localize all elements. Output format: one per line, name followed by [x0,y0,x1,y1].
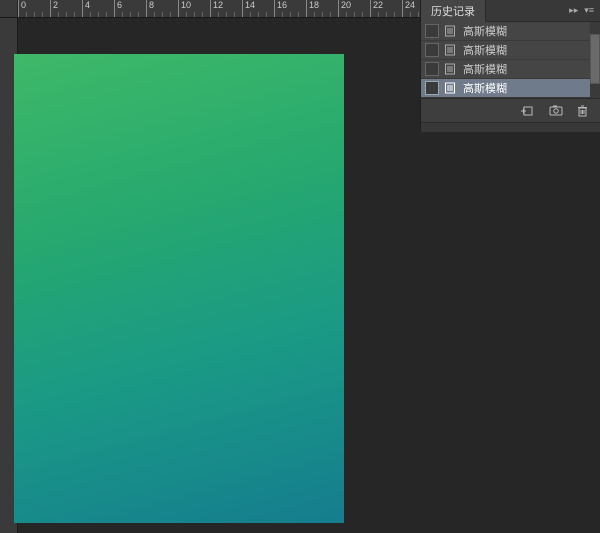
ruler-tick-minor [218,12,219,17]
history-brush-source[interactable] [425,24,439,38]
ruler-tick-major: 8 [146,0,154,17]
document-canvas[interactable] [14,54,344,523]
history-brush-source[interactable] [425,62,439,76]
history-list: 高斯模糊高斯模糊高斯模糊高斯模糊 [421,22,600,98]
ruler-tick-major: 4 [82,0,90,17]
ruler-tick-minor [234,12,235,17]
ruler-tick-major: 14 [242,0,255,17]
ruler-tick-minor [170,12,171,17]
snapshot-icon[interactable] [549,105,563,116]
ruler-tick-minor [394,12,395,17]
history-item[interactable]: 高斯模糊 [421,41,600,60]
ruler-tick-minor [378,12,379,17]
ruler-tick-major: 16 [274,0,287,17]
ruler-tick-major: 0 [18,0,26,17]
ruler-tick-minor [194,12,195,17]
history-item[interactable]: 高斯模糊 [421,22,600,41]
ruler-horizontal: 024681012141618202224 [0,0,420,18]
ruler-tick-minor [98,12,99,17]
scrollbar-thumb[interactable] [590,34,600,84]
ruler-tick-major: 10 [178,0,191,17]
ruler-tick-minor [58,12,59,17]
ruler-tick-major: 2 [50,0,58,17]
history-item-label: 高斯模糊 [463,23,507,39]
ruler-tick-minor [106,12,107,17]
history-item[interactable]: 高斯模糊 [421,79,600,98]
ruler-tick-minor [266,12,267,17]
panel-header: 历史记录 ▸▸ ▾≡ [421,0,600,22]
ruler-tick-major: 22 [370,0,383,17]
history-tab[interactable]: 历史记录 [421,0,486,22]
ruler-tick-minor [226,12,227,17]
panel-bottom-strip [421,122,600,132]
ruler-tick-minor [354,12,355,17]
history-brush-source[interactable] [425,81,439,95]
ruler-tick-minor [290,12,291,17]
ruler-tick-minor [34,12,35,17]
ruler-tick-minor [258,12,259,17]
ruler-tick-minor [138,12,139,17]
history-item-label: 高斯模糊 [463,80,507,96]
trash-icon[interactable] [577,105,588,117]
ruler-tick-minor [330,12,331,17]
scrollbar[interactable] [590,22,600,98]
history-brush-source[interactable] [425,43,439,57]
ruler-tick-minor [410,12,411,17]
document-icon [443,82,457,94]
canvas-area [18,18,420,533]
ruler-tick-minor [386,12,387,17]
history-panel: 历史记录 ▸▸ ▾≡ 高斯模糊高斯模糊高斯模糊高斯模糊 [420,0,600,132]
collapse-icon[interactable]: ▸▸ [569,5,578,16]
ruler-tick-minor [322,12,323,17]
ruler-tick-minor [282,12,283,17]
flyout-menu-icon[interactable]: ▾≡ [584,5,594,16]
history-item-label: 高斯模糊 [463,61,507,77]
new-document-icon[interactable] [521,105,535,117]
ruler-tick-minor [66,12,67,17]
document-icon [443,25,457,37]
panel-menu-area: ▸▸ ▾≡ [569,5,600,16]
ruler-tick-minor [90,12,91,17]
document-icon [443,63,457,75]
ruler-tick-minor [346,12,347,17]
history-item[interactable]: 高斯模糊 [421,60,600,79]
ruler-tick-minor [418,12,419,17]
ruler-tick-minor [154,12,155,17]
ruler-tick-minor [162,12,163,17]
ruler-tick-major: 18 [306,0,319,17]
history-tab-label: 历史记录 [431,3,475,19]
ruler-tick-minor [250,12,251,17]
ruler-tick-minor [42,12,43,17]
ruler-tick-minor [362,12,363,17]
ruler-tick-minor [122,12,123,17]
ruler-tick-major: 12 [210,0,223,17]
panel-footer [421,98,600,122]
ruler-tick-minor [186,12,187,17]
ruler-tick-minor [26,12,27,17]
ruler-tick-minor [314,12,315,17]
ruler-tick-major: 24 [402,0,415,17]
ruler-tick-minor [202,12,203,17]
ruler-corner [0,0,18,18]
document-icon [443,44,457,56]
ruler-ticks: 024681012141618202224 [18,0,420,17]
ruler-tick-major: 20 [338,0,351,17]
ruler-tick-minor [298,12,299,17]
ruler-tick-minor [74,12,75,17]
history-item-label: 高斯模糊 [463,42,507,58]
ruler-tick-major: 6 [114,0,122,17]
ruler-tick-minor [130,12,131,17]
